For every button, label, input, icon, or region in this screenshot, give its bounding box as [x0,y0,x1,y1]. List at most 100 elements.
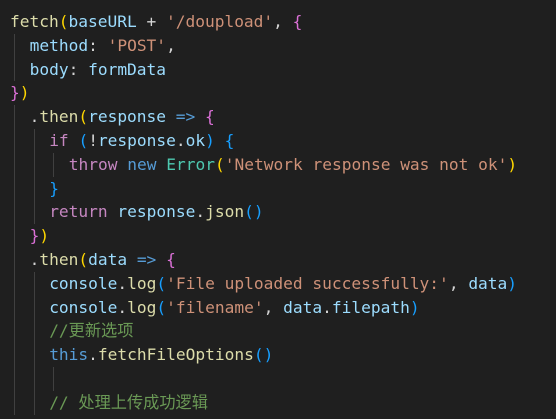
code-token: : [68,59,89,79]
code-line[interactable]: console.log('File uploaded successfully:… [10,272,517,296]
code-token: { [205,107,215,127]
code-token: . [88,345,98,365]
code-token: + [136,12,166,31]
code-token: data [468,273,508,293]
code-token: ( [156,273,167,293]
code-line[interactable]: console.log('filename', data.filepath) [10,296,420,320]
code-token: { [224,131,235,150]
code-token: ! [88,131,98,150]
code-line[interactable]: .then(data => { [10,248,176,272]
code-token: body [29,59,69,79]
code-token: baseURL [68,12,137,31]
code-token: ( [215,154,225,174]
code-token: this [49,345,89,365]
code-token: { [292,12,303,31]
code-token: 'Network response was not ok' [224,154,508,174]
code-token: 'POST' [107,35,167,55]
code-token: . [29,250,40,269]
code-token: , [273,12,293,31]
code-token: ) [507,273,518,293]
code-token: formData [88,59,167,79]
code-token: data [283,297,323,317]
code-token: , [263,297,284,317]
code-token: log [127,273,157,293]
code-line[interactable]: fetch(baseURL + '/doupload', { [10,10,302,34]
code-token: . [195,202,206,222]
code-token: console [49,297,118,317]
code-line[interactable]: method: 'POST', [10,34,176,58]
code-token: , [166,35,176,55]
code-line[interactable]: //更新选项 [10,319,133,343]
code-token: : [88,35,108,55]
code-token: throw [68,154,118,174]
code-token: . [117,297,128,317]
code-token: return [49,202,108,222]
code-editor[interactable]: fetch(baseURL + '/doupload', {method: 'P… [0,0,556,419]
code-line[interactable]: }) [10,224,50,248]
code-token: fetch [10,12,59,31]
code-token: data [88,250,128,269]
code-line[interactable]: throw new Error('Network response was no… [10,153,517,177]
code-token: then [39,250,79,269]
code-token: //更新选项 [49,321,134,341]
code-token: filepath [331,297,410,317]
code-token: . [175,131,186,150]
code-token: ) [39,226,50,246]
code-token: method [29,35,89,55]
code-token: json [205,202,245,222]
code-line[interactable]: } [10,177,59,201]
code-token: if [49,131,69,150]
code-token: , [448,273,469,293]
code-token: ) [205,131,215,150]
code-token: response [117,202,196,222]
code-token: ( [156,297,167,317]
code-token: => [136,250,157,269]
code-line[interactable]: this.fetchFileOptions() [10,343,273,367]
code-token: log [127,297,157,317]
code-token: . [322,297,332,317]
code-line[interactable]: }) [10,81,30,105]
code-token: // 处理上传成功逻辑 [49,392,208,412]
code-token: Error [166,154,216,174]
code-token: ) [19,83,30,103]
code-line[interactable]: body: formData [10,58,166,82]
code-line[interactable]: // 处理上传成功逻辑 [10,391,208,415]
code-token: ok [185,131,206,150]
code-token: ) [409,297,420,317]
code-token: () [244,202,264,222]
code-token: () [253,345,274,365]
code-token: 'File uploaded successfully:' [166,273,449,293]
code-token: fetchFileOptions [97,345,254,365]
code-token: . [29,107,40,127]
code-token: response [97,131,176,150]
code-token: console [49,273,118,293]
code-token: '/doupload' [165,12,274,31]
code-line[interactable]: if (!response.ok) { [10,129,234,153]
code-token: => [175,107,196,127]
code-token: } [29,226,40,246]
code-line[interactable]: .then(response => { [10,105,215,129]
code-token: ( [78,107,89,127]
code-token: ) [507,154,518,174]
code-token: ( [78,131,89,150]
code-token: response [88,107,167,127]
code-token: 'filename' [166,297,264,317]
code-token: ( [78,250,89,269]
code-token: } [49,178,59,198]
code-token: } [10,83,20,103]
code-token: . [117,273,128,293]
indent-guide [53,367,55,391]
code-token: { [166,250,176,269]
code-token: new [127,154,157,174]
code-token: then [39,107,79,127]
code-line[interactable]: return response.json() [10,200,264,224]
